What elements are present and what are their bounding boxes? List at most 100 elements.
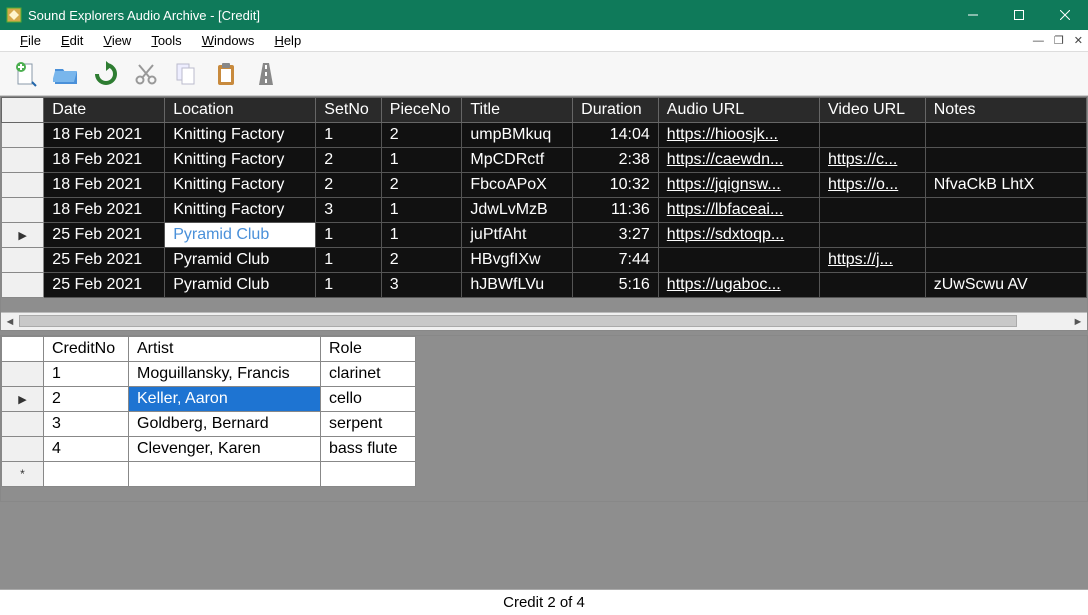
cell-location[interactable]: Knitting Factory [165,123,316,148]
mdi-restore-icon[interactable]: ❐ [1049,34,1069,47]
col-role[interactable]: Role [321,337,416,362]
cell-notes[interactable] [925,148,1086,173]
cell-date[interactable]: 18 Feb 2021 [44,173,165,198]
cell-location[interactable]: Knitting Factory [165,198,316,223]
col-notes[interactable]: Notes [925,98,1086,123]
row-header[interactable]: * [2,462,44,487]
menu-help[interactable]: Help [264,31,311,50]
cell-notes[interactable] [925,223,1086,248]
cell-title[interactable]: hJBWfLVu [462,273,573,298]
cell-notes[interactable] [925,248,1086,273]
cell-duration[interactable]: 10:32 [573,173,659,198]
menu-file[interactable]: File [10,31,51,50]
corner-cell[interactable] [2,98,44,123]
cell-pieceno[interactable]: 2 [381,173,462,198]
row-header[interactable]: ▶ [2,223,44,248]
scroll-left-icon[interactable]: ◄ [1,316,19,328]
cell-pieceno[interactable]: 1 [381,223,462,248]
table-row[interactable]: 25 Feb 2021Pyramid Club12HBvgfIXw7:44htt… [2,248,1087,273]
col-pieceno[interactable]: PieceNo [381,98,462,123]
cell-pieceno[interactable]: 3 [381,273,462,298]
paste-button[interactable] [208,56,244,92]
cell-artist[interactable]: Moguillansky, Francis [129,362,321,387]
cell-creditno[interactable]: 4 [44,437,129,462]
table-row[interactable]: 18 Feb 2021Knitting Factory22FbcoAPoX10:… [2,173,1087,198]
cell-setno[interactable]: 1 [316,273,381,298]
video-link[interactable]: https://c... [828,151,897,168]
cell-role[interactable]: bass flute [321,437,416,462]
mdi-close-icon[interactable]: ✕ [1069,34,1088,47]
table-row[interactable]: 18 Feb 2021Knitting Factory31JdwLvMzB11:… [2,198,1087,223]
row-header[interactable] [2,173,44,198]
cell-duration[interactable]: 3:27 [573,223,659,248]
mdi-minimize-icon[interactable]: — [1028,35,1049,47]
cell-audio-url[interactable]: https://hioosjk... [658,123,819,148]
audio-link[interactable]: https://hioosjk... [667,126,778,143]
cell-creditno[interactable]: 1 [44,362,129,387]
cell-title[interactable]: JdwLvMzB [462,198,573,223]
cell-audio-url[interactable]: https://jqignsw... [658,173,819,198]
cell-title[interactable]: juPtfAht [462,223,573,248]
row-header[interactable] [2,248,44,273]
header-row[interactable]: Date Location SetNo PieceNo Title Durati… [2,98,1087,123]
col-title[interactable]: Title [462,98,573,123]
menu-tools[interactable]: Tools [141,31,191,50]
row-header[interactable] [2,437,44,462]
cell-setno[interactable]: 2 [316,173,381,198]
header-row[interactable]: CreditNo Artist Role [2,337,416,362]
cell-title[interactable]: FbcoAPoX [462,173,573,198]
cell-setno[interactable]: 1 [316,248,381,273]
cell-duration[interactable]: 5:16 [573,273,659,298]
table-row[interactable]: 1Moguillansky, Francisclarinet [2,362,416,387]
open-button[interactable] [48,56,84,92]
scroll-right-icon[interactable]: ► [1069,316,1087,328]
refresh-button[interactable] [88,56,124,92]
menu-view[interactable]: View [93,31,141,50]
col-location[interactable]: Location [165,98,316,123]
copy-button[interactable] [168,56,204,92]
row-header[interactable] [2,148,44,173]
row-header[interactable] [2,362,44,387]
row-header[interactable] [2,123,44,148]
cell-artist[interactable]: Clevenger, Karen [129,437,321,462]
col-setno[interactable]: SetNo [316,98,381,123]
cell-artist[interactable]: Goldberg, Bernard [129,412,321,437]
cell-notes[interactable]: NfvaCkB LhtX [925,173,1086,198]
video-link[interactable]: https://o... [828,176,898,193]
cell-setno[interactable]: 1 [316,123,381,148]
cell-date[interactable]: 25 Feb 2021 [44,223,165,248]
cell-video-url[interactable]: https://c... [819,148,925,173]
new-row[interactable]: * [2,462,416,487]
cell-setno[interactable]: 2 [316,148,381,173]
cell-notes[interactable]: zUwScwu AV [925,273,1086,298]
minimize-button[interactable] [950,0,996,30]
row-header[interactable] [2,273,44,298]
cell-notes[interactable] [925,123,1086,148]
maximize-button[interactable] [996,0,1042,30]
table-row[interactable]: 3Goldberg, Bernardserpent [2,412,416,437]
cell-video-url[interactable] [819,273,925,298]
pieces-grid[interactable]: Date Location SetNo PieceNo Title Durati… [1,97,1087,298]
cell-audio-url[interactable]: https://ugaboc... [658,273,819,298]
video-link[interactable]: https://j... [828,251,893,268]
cell-title[interactable]: MpCDRctf [462,148,573,173]
audio-link[interactable]: https://caewdn... [667,151,784,168]
table-row[interactable]: ▶25 Feb 2021Pyramid Club11juPtfAht3:27ht… [2,223,1087,248]
col-audio-url[interactable]: Audio URL [658,98,819,123]
cell-duration[interactable]: 14:04 [573,123,659,148]
cut-button[interactable] [128,56,164,92]
menu-windows[interactable]: Windows [192,31,265,50]
row-header[interactable]: ▶ [2,387,44,412]
corner-cell[interactable] [2,337,44,362]
menu-edit[interactable]: Edit [51,31,93,50]
close-button[interactable] [1042,0,1088,30]
cell-location[interactable]: Pyramid Club [165,273,316,298]
col-duration[interactable]: Duration [573,98,659,123]
table-row[interactable]: 18 Feb 2021Knitting Factory21MpCDRctf2:3… [2,148,1087,173]
cell-date[interactable]: 18 Feb 2021 [44,123,165,148]
row-header[interactable] [2,198,44,223]
new-button[interactable] [8,56,44,92]
cell-duration[interactable]: 7:44 [573,248,659,273]
audio-link[interactable]: https://sdxtoqp... [667,226,784,243]
cell-location[interactable]: Pyramid Club [165,248,316,273]
